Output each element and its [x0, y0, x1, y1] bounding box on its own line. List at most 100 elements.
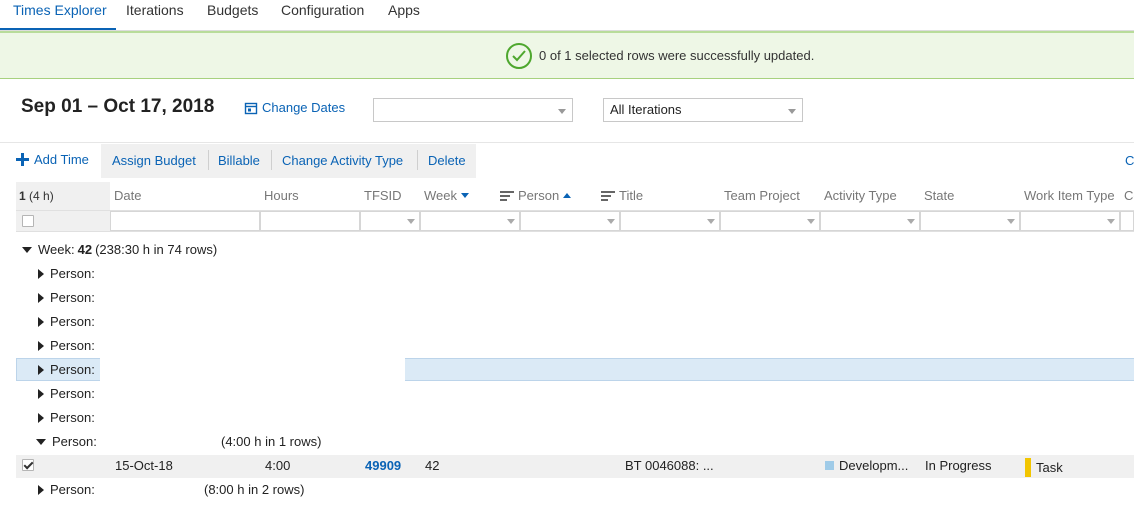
column-label: Team Project — [724, 188, 800, 203]
person-group-row[interactable]: Person: — [38, 410, 95, 425]
expand-icon — [38, 388, 44, 399]
project-dropdown[interactable] — [373, 98, 573, 122]
filter-date[interactable] — [110, 211, 260, 231]
person-group-row[interactable]: Person: — [38, 386, 95, 401]
group-by-icon — [500, 189, 514, 203]
chevron-down-icon — [558, 109, 566, 114]
expand-icon — [38, 340, 44, 351]
person-group-row-expanded[interactable]: Person: — [36, 434, 97, 449]
tab-label: Iterations — [126, 2, 184, 18]
toolbar-divider — [0, 142, 1134, 143]
column-header-state[interactable]: State — [924, 188, 954, 203]
person-group-summary: (4:00 h in 1 rows) — [221, 434, 322, 449]
column-header-activity-type[interactable]: Activity Type — [824, 188, 897, 203]
column-header-team-project[interactable]: Team Project — [724, 188, 800, 203]
collapse-icon — [36, 438, 46, 445]
select-all-checkbox[interactable] — [22, 215, 34, 227]
delete-button[interactable]: Delete — [428, 153, 466, 168]
column-header-date[interactable]: Date — [114, 188, 141, 203]
row-hours: 4:00 — [265, 458, 291, 473]
column-label: Person — [518, 188, 560, 203]
billable-button[interactable]: Billable — [218, 153, 260, 168]
filter-week[interactable] — [420, 211, 520, 231]
chevron-down-icon — [507, 219, 515, 224]
person-group-row[interactable]: Person: — [38, 290, 95, 305]
filter-hours[interactable] — [260, 211, 360, 231]
selected-row-highlight — [405, 358, 1134, 381]
tab-times-explorer[interactable]: Times Explorer — [13, 0, 107, 30]
tab-budgets[interactable]: Budgets — [207, 0, 258, 30]
column-label: Co — [1124, 188, 1134, 203]
person-group-label: Person: — [50, 266, 95, 281]
column-header-title[interactable]: Title — [601, 188, 643, 203]
person-group-label: Person: — [50, 338, 95, 353]
filter-team-project[interactable] — [720, 211, 820, 231]
week-group-value: 42 — [77, 242, 93, 257]
week-group-row[interactable]: Week: 42 (238:30 h in 74 rows) — [22, 242, 217, 257]
week-group-label: Week: — [38, 242, 75, 257]
row-date: 15-Oct-18 — [115, 458, 173, 473]
column-label: TFSID — [364, 188, 402, 203]
person-group-label: Person: — [50, 482, 95, 497]
chevron-down-icon — [907, 219, 915, 224]
banner-message: 0 of 1 selected rows were successfully u… — [539, 48, 815, 63]
row-work-item-type: Task — [1025, 458, 1063, 477]
change-activity-type-button[interactable]: Change Activity Type — [282, 153, 403, 168]
expand-icon — [38, 292, 44, 303]
chevron-down-icon — [1107, 219, 1115, 224]
column-label: Title — [619, 188, 644, 203]
person-group-summary: (8:00 h in 2 rows) — [204, 482, 305, 497]
person-group-label: Person: — [50, 314, 95, 329]
expand-icon — [38, 316, 44, 327]
iterations-dropdown[interactable]: All Iterations — [603, 98, 803, 122]
row-checkbox[interactable] — [22, 459, 34, 471]
assign-budget-button[interactable]: Assign Budget — [112, 153, 196, 168]
toolbar-separator — [417, 150, 418, 170]
toolbar-overflow-button[interactable]: Co — [1125, 153, 1134, 168]
filter-title[interactable] — [620, 211, 720, 231]
expand-icon — [38, 484, 44, 495]
add-time-button[interactable]: Add Time — [16, 152, 89, 167]
filter-activity-type[interactable] — [820, 211, 920, 231]
chevron-down-icon — [788, 109, 796, 114]
task-color-marker — [1025, 458, 1031, 477]
tab-apps[interactable]: Apps — [388, 0, 420, 30]
change-dates-button[interactable]: Change Dates — [244, 100, 345, 115]
column-header-overflow[interactable]: Co — [1124, 188, 1134, 203]
iterations-dropdown-value: All Iterations — [610, 102, 682, 117]
person-group-row[interactable]: Person: — [38, 362, 95, 377]
person-group-label: Person: — [50, 362, 95, 377]
column-header-tfsid[interactable]: TFSID — [364, 188, 402, 203]
expand-icon — [38, 268, 44, 279]
chevron-down-icon — [807, 219, 815, 224]
collapse-icon — [22, 246, 32, 253]
person-group-label: Person: — [50, 410, 95, 425]
person-group-row[interactable]: Person: — [38, 338, 95, 353]
filter-overflow[interactable] — [1120, 211, 1134, 231]
chevron-down-icon — [607, 219, 615, 224]
row-tfsid-link[interactable]: 49909 — [365, 458, 401, 473]
filter-person[interactable] — [520, 211, 620, 231]
column-header-work-item-type[interactable]: Work Item Type — [1024, 188, 1115, 203]
person-group-row[interactable]: Person: — [38, 314, 95, 329]
filter-tfsid[interactable] — [360, 211, 420, 231]
filter-state[interactable] — [920, 211, 1020, 231]
sort-descending-icon — [461, 193, 469, 198]
tab-configuration[interactable]: Configuration — [281, 0, 364, 30]
chevron-down-icon — [707, 219, 715, 224]
toolbar-separator — [208, 150, 209, 170]
tab-label: Budgets — [207, 2, 259, 18]
filter-work-item-type[interactable] — [1020, 211, 1120, 231]
person-group-row[interactable]: Person: — [38, 482, 95, 497]
column-label: Work Item Type — [1024, 188, 1115, 203]
column-header-hours[interactable]: Hours — [264, 188, 299, 203]
column-label: Hours — [264, 188, 299, 203]
column-header-week[interactable]: Week — [424, 188, 469, 203]
expand-icon — [38, 364, 44, 375]
date-range-title: Sep 01 – Oct 17, 2018 — [21, 96, 215, 117]
person-group-label: Person: — [50, 290, 95, 305]
tab-iterations[interactable]: Iterations — [126, 0, 184, 30]
row-activity-type-text: Developm... — [839, 458, 909, 473]
column-header-person[interactable]: Person — [500, 188, 572, 203]
person-group-row[interactable]: Person: — [38, 266, 95, 281]
